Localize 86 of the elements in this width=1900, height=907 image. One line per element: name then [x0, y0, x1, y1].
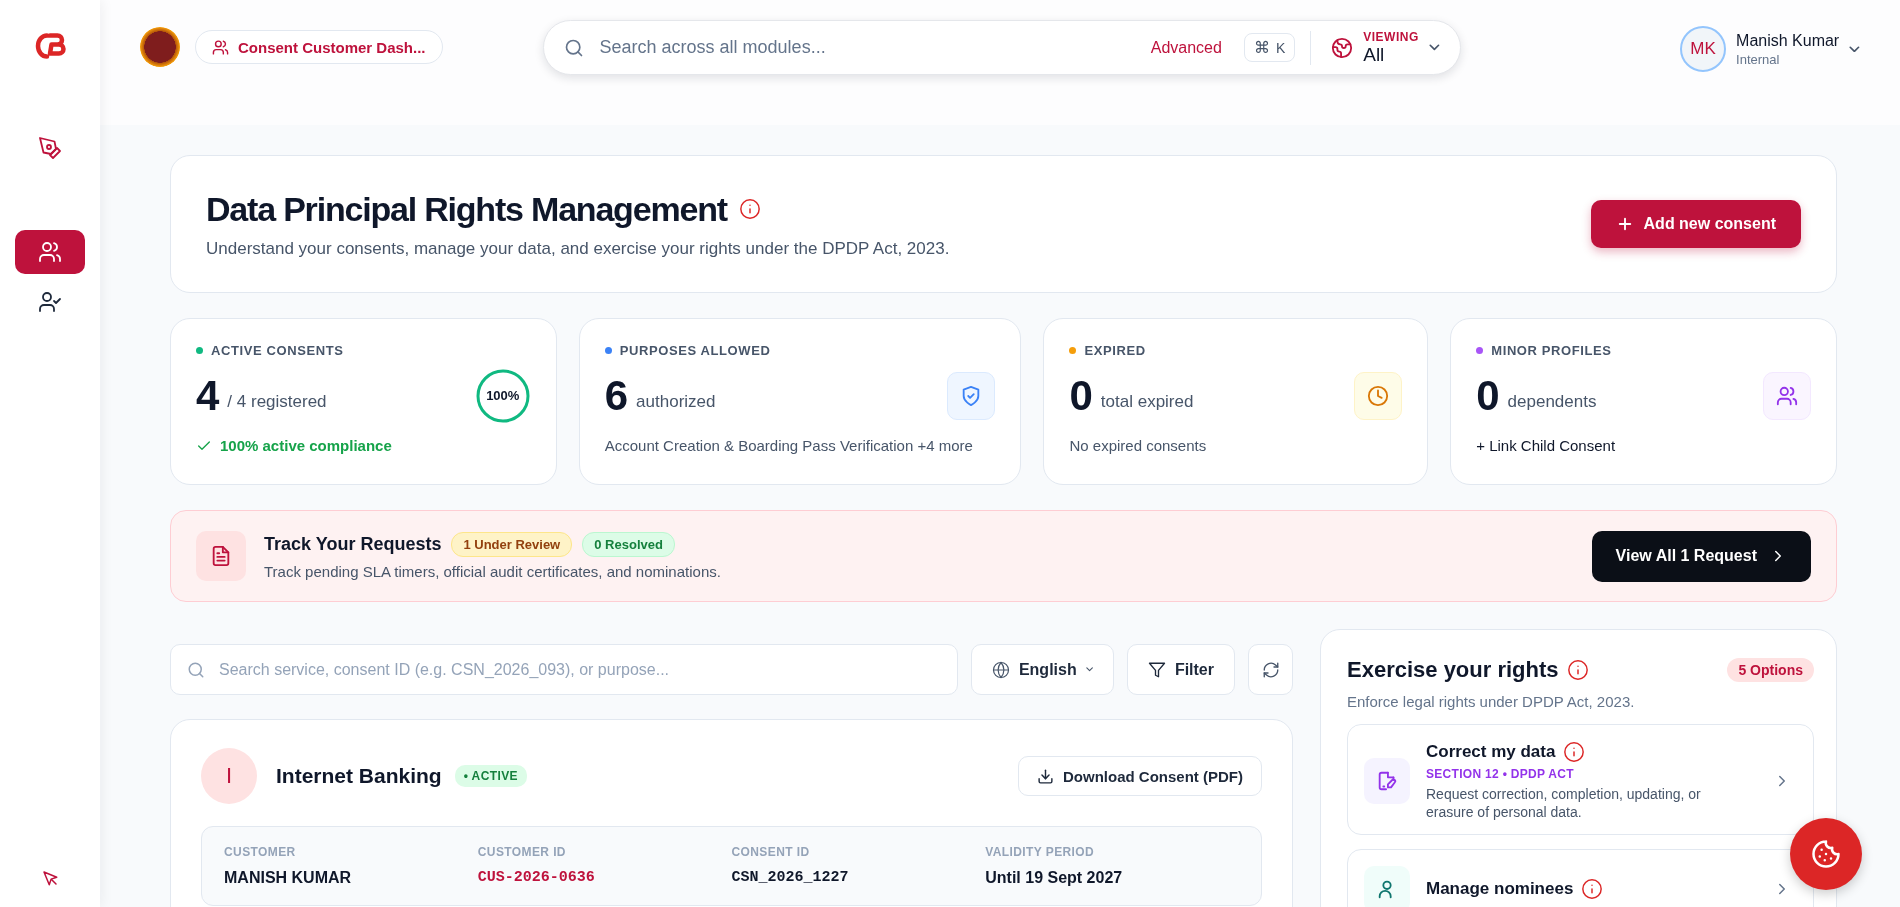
- cookie-icon: [1811, 839, 1841, 869]
- option-description: Request correction, completion, updating, or erasure of personal data.: [1426, 785, 1702, 822]
- search-icon: [563, 37, 584, 58]
- clock-icon: [1367, 384, 1390, 407]
- stat-label: PURPOSES ALLOWED: [619, 343, 771, 358]
- cursor-icon: [41, 869, 59, 887]
- stat-label: EXPIRED: [1084, 343, 1146, 358]
- page-title: Data Principal Rights Management: [206, 189, 727, 229]
- info-icon: [738, 198, 761, 220]
- status-badge: 1 Under Review: [451, 532, 573, 557]
- globe-icon: [1331, 36, 1354, 59]
- advanced-link[interactable]: Advanced: [1150, 38, 1222, 57]
- section-reference: SECTION 12 • DPDP ACT: [1426, 767, 1575, 781]
- download-consent-button[interactable]: Download Consent (PDF): [1018, 756, 1262, 796]
- rights-title: Exercise your rights: [1347, 657, 1559, 683]
- options-badge: 5 Options: [1727, 658, 1814, 682]
- stat-unit: total expired: [1100, 391, 1194, 412]
- field-value: CSN_2026_1227: [731, 869, 850, 886]
- chevron-down-icon: [1849, 45, 1860, 53]
- sidebar-item[interactable]: [15, 230, 85, 274]
- users-icon: [38, 240, 62, 264]
- stat-label: ACTIVE CONSENTS: [211, 343, 344, 358]
- link-child-consent-link[interactable]: + Link Child Consent: [1476, 437, 1616, 454]
- rights-subtitle: Enforce legal rights under DPDP Act, 2023.: [1347, 693, 1636, 710]
- consent-search-field[interactable]: Search service, consent ID (e.g. CSN_2026_093), or purpose...: [217, 659, 941, 680]
- page-subtitle: Understand your consents, manage your data, and exercise your rights under the DPDP Act, 2023.: [206, 238, 950, 259]
- stat-footer: 100% active compliance: [220, 437, 392, 454]
- stat-value: 0: [1069, 374, 1093, 417]
- stat-value: 0: [1476, 374, 1500, 417]
- field-label: VALIDITY PERIOD: [985, 845, 1096, 859]
- users-icon: [212, 38, 229, 56]
- filter-button[interactable]: Filter: [1126, 644, 1235, 695]
- field-value: CUS-2026-0636: [477, 869, 596, 886]
- banner-title: Track Your Requests: [264, 534, 442, 555]
- stat-footer: Account Creation & Boarding Pass Verification +4 more: [604, 437, 973, 454]
- view-requests-button[interactable]: View All 1 Request: [1591, 530, 1811, 582]
- user-name: Manish Kumar: [1736, 31, 1840, 50]
- refresh-icon: [1261, 660, 1280, 679]
- stat-label: MINOR PROFILES: [1491, 343, 1612, 358]
- document-icon: [210, 545, 232, 567]
- banner-description: Track pending SLA timers, official audit certificates, and nominations.: [264, 563, 721, 580]
- user-check-icon: [38, 290, 62, 314]
- viewing-dropdown[interactable]: VIEWING All: [1331, 31, 1440, 64]
- user-avatar[interactable]: MK: [1680, 26, 1727, 72]
- field-value: Until 19 Sept 2027: [985, 869, 1124, 887]
- edit-document-icon: [1376, 770, 1398, 793]
- search-icon: [187, 660, 205, 679]
- service-avatar: I: [201, 748, 257, 804]
- rights-option[interactable]: Correct my data SECTION 12 • DPDP ACT Request correction, completion, updating, or erasure of personal data.: [1347, 724, 1814, 836]
- option-title: Correct my data: [1426, 742, 1556, 762]
- download-icon: [1037, 767, 1054, 785]
- stat-footer: No expired consents: [1069, 437, 1207, 454]
- user-role: Internal: [1736, 51, 1781, 67]
- stat-unit: / 4 registered: [227, 391, 327, 412]
- brand-logo: [140, 27, 180, 67]
- language-dropdown[interactable]: English: [970, 644, 1114, 695]
- globe-icon: [991, 660, 1010, 679]
- info-icon: [1563, 741, 1586, 763]
- keyboard-shortcut: ⌘ K: [1243, 33, 1296, 62]
- option-title: Manage nominees: [1426, 879, 1574, 900]
- chevron-down-icon: [1085, 667, 1093, 672]
- add-consent-button[interactable]: Add new consent: [1590, 200, 1801, 248]
- info-icon: [1581, 878, 1604, 901]
- global-search-field[interactable]: Search across all modules...: [597, 36, 1151, 59]
- field-value: MANISH KUMAR: [224, 869, 353, 887]
- users-icon: [1776, 384, 1798, 407]
- stat-value: 6: [604, 374, 629, 417]
- stat-value: 4: [196, 374, 220, 417]
- breadcrumb-chip[interactable]: Consent Customer Dash...: [195, 30, 443, 64]
- info-icon: [1566, 659, 1589, 681]
- status-badge: 0 Resolved: [582, 532, 675, 557]
- stat-unit: dependents: [1507, 391, 1597, 412]
- consent-search-bar[interactable]: Search service, consent ID (e.g. CSN_2026_093), or purpose...: [170, 644, 958, 695]
- service-name: Internet Banking: [276, 764, 442, 788]
- field-label: CONSENT ID: [731, 845, 811, 859]
- stat-unit: authorized: [636, 391, 716, 412]
- global-search-bar[interactable]: Search across all modules... Advanced ⌘ K VIEWING All: [542, 20, 1461, 75]
- rights-option[interactable]: Manage nominees: [1347, 849, 1814, 907]
- ring-label: 100%: [485, 387, 521, 405]
- chevron-down-icon: [1428, 44, 1440, 51]
- filter-icon: [1147, 660, 1166, 679]
- pen-tool-icon: [38, 136, 62, 160]
- field-label: CUSTOMER ID: [477, 845, 567, 859]
- status-badge: • ACTIVE: [454, 765, 527, 787]
- field-label: CUSTOMER: [224, 845, 297, 859]
- refresh-button[interactable]: [1248, 644, 1293, 695]
